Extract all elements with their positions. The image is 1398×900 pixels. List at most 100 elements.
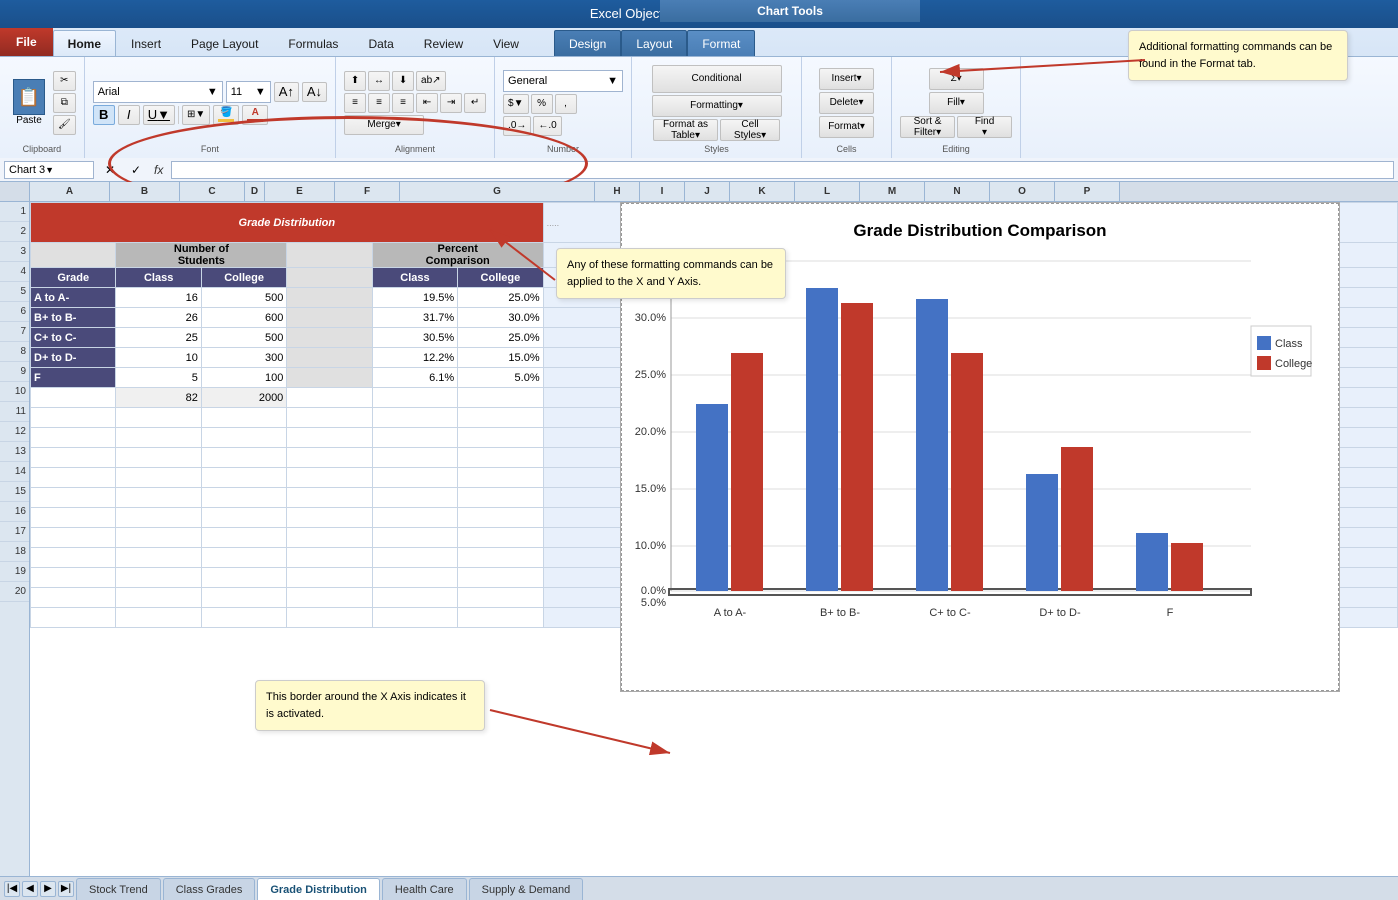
- align-right-button[interactable]: ≡: [392, 93, 414, 113]
- align-bottom-button[interactable]: ⬇: [392, 71, 414, 91]
- grade-cell[interactable]: F: [31, 368, 116, 388]
- college-cell[interactable]: 300: [201, 348, 286, 368]
- sheet-tab-class-grades[interactable]: Class Grades: [163, 878, 256, 900]
- font-color-button[interactable]: A: [242, 105, 268, 125]
- tab-home[interactable]: Home: [53, 30, 116, 56]
- name-box[interactable]: Chart 3 ▼: [4, 161, 94, 179]
- sheet-tab-health-care[interactable]: Health Care: [382, 878, 467, 900]
- table-title[interactable]: Grade Distribution: [31, 203, 544, 243]
- decrease-font-size-button[interactable]: A↓: [302, 82, 327, 102]
- pct-college-cell[interactable]: 15.0%: [458, 348, 543, 368]
- merge-center-button[interactable]: Merge▾: [344, 115, 424, 135]
- cell-styles-button[interactable]: CellStyles▾: [720, 119, 780, 141]
- comma-button[interactable]: ,: [555, 94, 577, 114]
- tab-nav-next[interactable]: ▶: [40, 881, 56, 897]
- orientation-button[interactable]: ab↗: [416, 71, 446, 91]
- number-row-3: .0→ ←.0: [503, 116, 562, 136]
- fill-color-button[interactable]: 🪣: [213, 105, 239, 125]
- currency-button[interactable]: $▼: [503, 94, 528, 114]
- empty-cell: [372, 448, 457, 468]
- tab-nav-prev[interactable]: ◀: [22, 881, 38, 897]
- grade-cell[interactable]: C+ to C-: [31, 328, 116, 348]
- tab-file[interactable]: File: [0, 28, 53, 56]
- tab-view[interactable]: View: [478, 30, 534, 56]
- tab-nav-first[interactable]: |◀: [4, 881, 20, 897]
- cut-button[interactable]: ✂: [53, 71, 76, 91]
- format-as-table-button[interactable]: Formatting▾: [652, 95, 782, 117]
- tab-nav-last[interactable]: ▶|: [58, 881, 74, 897]
- ribbon-group-cells: Insert▾ Delete▾ Format▾ Cells: [802, 57, 892, 158]
- format-as-table-btn2[interactable]: Format asTable▾: [653, 119, 718, 141]
- empty-cell: [287, 288, 372, 308]
- tab-page-layout[interactable]: Page Layout: [176, 30, 273, 56]
- grade-cell[interactable]: D+ to D-: [31, 348, 116, 368]
- wrap-text-button[interactable]: ↵: [464, 93, 486, 113]
- increase-decimal-button[interactable]: .0→: [503, 116, 531, 136]
- tab-data[interactable]: Data: [353, 30, 408, 56]
- name-box-dropdown[interactable]: ▼: [45, 165, 54, 175]
- class-cell[interactable]: 10: [116, 348, 201, 368]
- align-top-button[interactable]: ⬆: [344, 71, 366, 91]
- pct-college-cell[interactable]: 5.0%: [458, 368, 543, 388]
- grade-cell[interactable]: B+ to B-: [31, 308, 116, 328]
- class-cell[interactable]: 16: [116, 288, 201, 308]
- increase-font-size-button[interactable]: A↑: [274, 82, 299, 102]
- font-size-selector[interactable]: 11 ▼: [226, 81, 271, 103]
- pct-college-cell[interactable]: 30.0%: [458, 308, 543, 328]
- tab-formulas[interactable]: Formulas: [273, 30, 353, 56]
- percent-button[interactable]: %: [531, 94, 553, 114]
- college-cell[interactable]: 100: [201, 368, 286, 388]
- pct-class-cell[interactable]: 12.2%: [372, 348, 457, 368]
- row-num-16: 16: [0, 502, 29, 522]
- number-format-selector[interactable]: General ▼: [503, 70, 623, 92]
- cancel-formula-button[interactable]: ✕: [98, 159, 122, 181]
- college-cell[interactable]: 600: [201, 308, 286, 328]
- pct-college-cell[interactable]: 25.0%: [458, 328, 543, 348]
- paste-button[interactable]: 📋 Paste: [8, 76, 50, 129]
- align-left-button[interactable]: ≡: [344, 93, 366, 113]
- increase-indent-button[interactable]: ⇥: [440, 93, 462, 113]
- tab-layout[interactable]: Layout: [621, 30, 687, 56]
- conditional-formatting-button[interactable]: Conditional: [652, 65, 782, 93]
- italic-button[interactable]: I: [118, 105, 140, 125]
- title-bar: Excel Objective 4.00 - Microsoft Excel C…: [0, 0, 1398, 28]
- tab-format[interactable]: Format: [687, 30, 755, 56]
- sheet-tab-supply-demand[interactable]: Supply & Demand: [469, 878, 584, 900]
- college-cell[interactable]: 500: [201, 288, 286, 308]
- pct-class-cell[interactable]: 6.1%: [372, 368, 457, 388]
- tab-insert[interactable]: Insert: [116, 30, 176, 56]
- sheet-tab-grade-distribution[interactable]: Grade Distribution: [257, 878, 380, 900]
- formula-input[interactable]: [171, 161, 1394, 179]
- college-cell[interactable]: 500: [201, 328, 286, 348]
- pct-college-cell[interactable]: 25.0%: [458, 288, 543, 308]
- decrease-decimal-button[interactable]: ←.0: [533, 116, 561, 136]
- align-center-button[interactable]: ≡: [368, 93, 390, 113]
- delete-button[interactable]: Delete▾: [819, 92, 874, 114]
- cells-label: Cells: [837, 144, 857, 156]
- underline-button[interactable]: U▼: [143, 105, 175, 125]
- font-name-selector[interactable]: Arial ▼: [93, 81, 223, 103]
- format-button[interactable]: Format▾: [819, 116, 874, 138]
- decrease-indent-button[interactable]: ⇤: [416, 93, 438, 113]
- fill-button[interactable]: Fill▾: [929, 92, 984, 114]
- format-painter-button[interactable]: 🖌: [53, 115, 76, 135]
- class-cell[interactable]: 26: [116, 308, 201, 328]
- find-select-button[interactable]: Find▾: [957, 116, 1012, 138]
- autosum-button[interactable]: Σ▾: [929, 68, 984, 90]
- border-button[interactable]: ⊞▼: [182, 105, 210, 125]
- tab-review[interactable]: Review: [409, 30, 478, 56]
- bold-button[interactable]: B: [93, 105, 115, 125]
- class-cell[interactable]: 5: [116, 368, 201, 388]
- pct-class-cell[interactable]: 30.5%: [372, 328, 457, 348]
- copy-button[interactable]: ⧉: [53, 93, 76, 113]
- tab-design[interactable]: Design: [554, 30, 621, 56]
- class-cell[interactable]: 25: [116, 328, 201, 348]
- grade-cell[interactable]: A to A-: [31, 288, 116, 308]
- align-middle-button[interactable]: ↔: [368, 71, 390, 91]
- sort-filter-button[interactable]: Sort &Filter▾: [900, 116, 955, 138]
- pct-class-cell[interactable]: 31.7%: [372, 308, 457, 328]
- insert-button[interactable]: Insert▾: [819, 68, 874, 90]
- pct-class-cell[interactable]: 19.5%: [372, 288, 457, 308]
- sheet-tab-stock-trend[interactable]: Stock Trend: [76, 878, 161, 900]
- confirm-formula-button[interactable]: ✓: [124, 159, 148, 181]
